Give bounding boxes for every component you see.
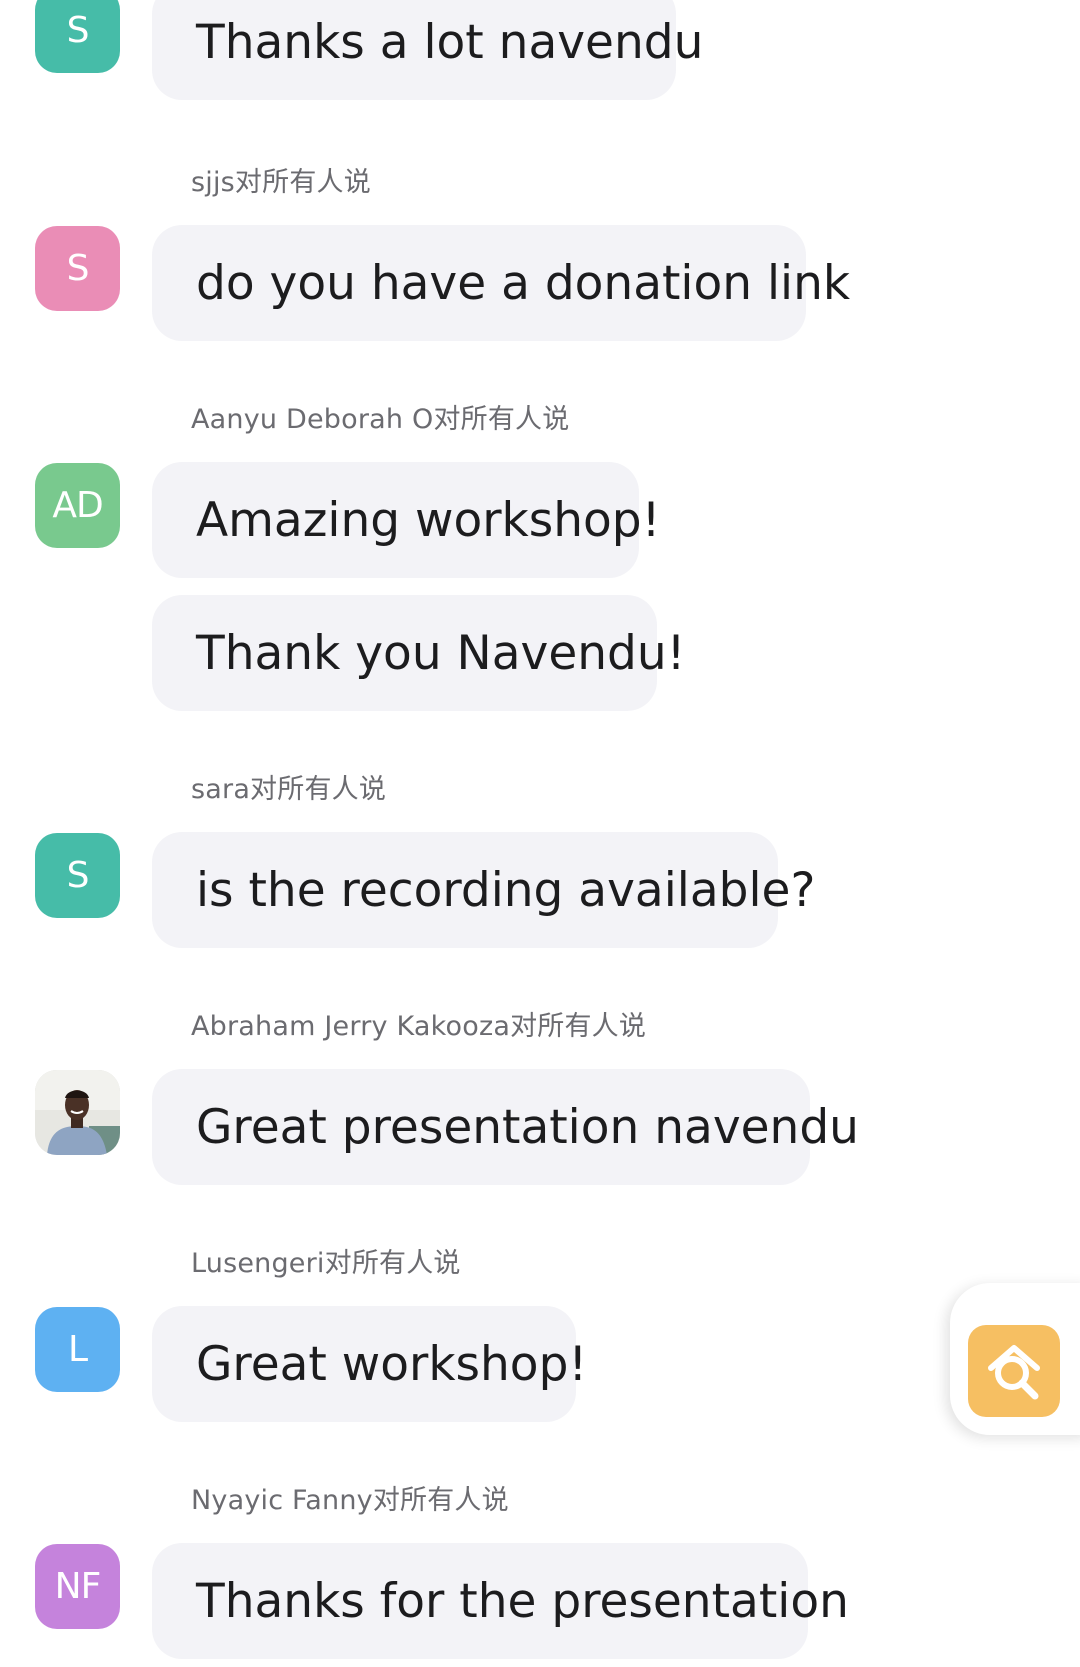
avatar[interactable]: AD (35, 463, 120, 548)
message-bubble[interactable]: do you have a donation link (152, 225, 850, 341)
search-button[interactable] (968, 1325, 1060, 1417)
avatar[interactable]: NF (35, 1544, 120, 1629)
sender-name: sjjs对所有人说 (191, 167, 371, 198)
message-bubble[interactable]: Thank you Navendu! (152, 595, 685, 711)
message-bubble[interactable]: Great workshop! (152, 1306, 587, 1422)
avatar[interactable]: S (35, 226, 120, 311)
chat-message-list: S Thanks a lot navendu sjjs对所有人说 S do yo… (0, 0, 1080, 1667)
sender-name: Nyayic Fanny对所有人说 (191, 1485, 509, 1516)
message-bubble[interactable]: Thanks a lot navendu (152, 0, 703, 100)
search-document-icon (988, 1345, 1040, 1400)
message-bubble[interactable]: Amazing workshop! (152, 462, 660, 578)
avatar[interactable]: S (35, 833, 120, 918)
avatar-photo[interactable] (35, 1070, 120, 1155)
profile-photo-icon (35, 1070, 120, 1155)
sender-name: Lusengeri对所有人说 (191, 1248, 461, 1279)
floating-search-panel (950, 1283, 1080, 1435)
message-bubble[interactable]: Thanks for the presentation (152, 1543, 849, 1659)
message-bubble[interactable]: Great presentation navendu (152, 1069, 859, 1185)
sender-name: Abraham Jerry Kakooza对所有人说 (191, 1011, 647, 1042)
sender-name: sara对所有人说 (191, 774, 387, 805)
message-bubble[interactable]: is the recording available? (152, 832, 815, 948)
sender-name: Aanyu Deborah O对所有人说 (191, 404, 570, 435)
avatar[interactable]: L (35, 1307, 120, 1392)
avatar[interactable]: S (35, 0, 120, 73)
